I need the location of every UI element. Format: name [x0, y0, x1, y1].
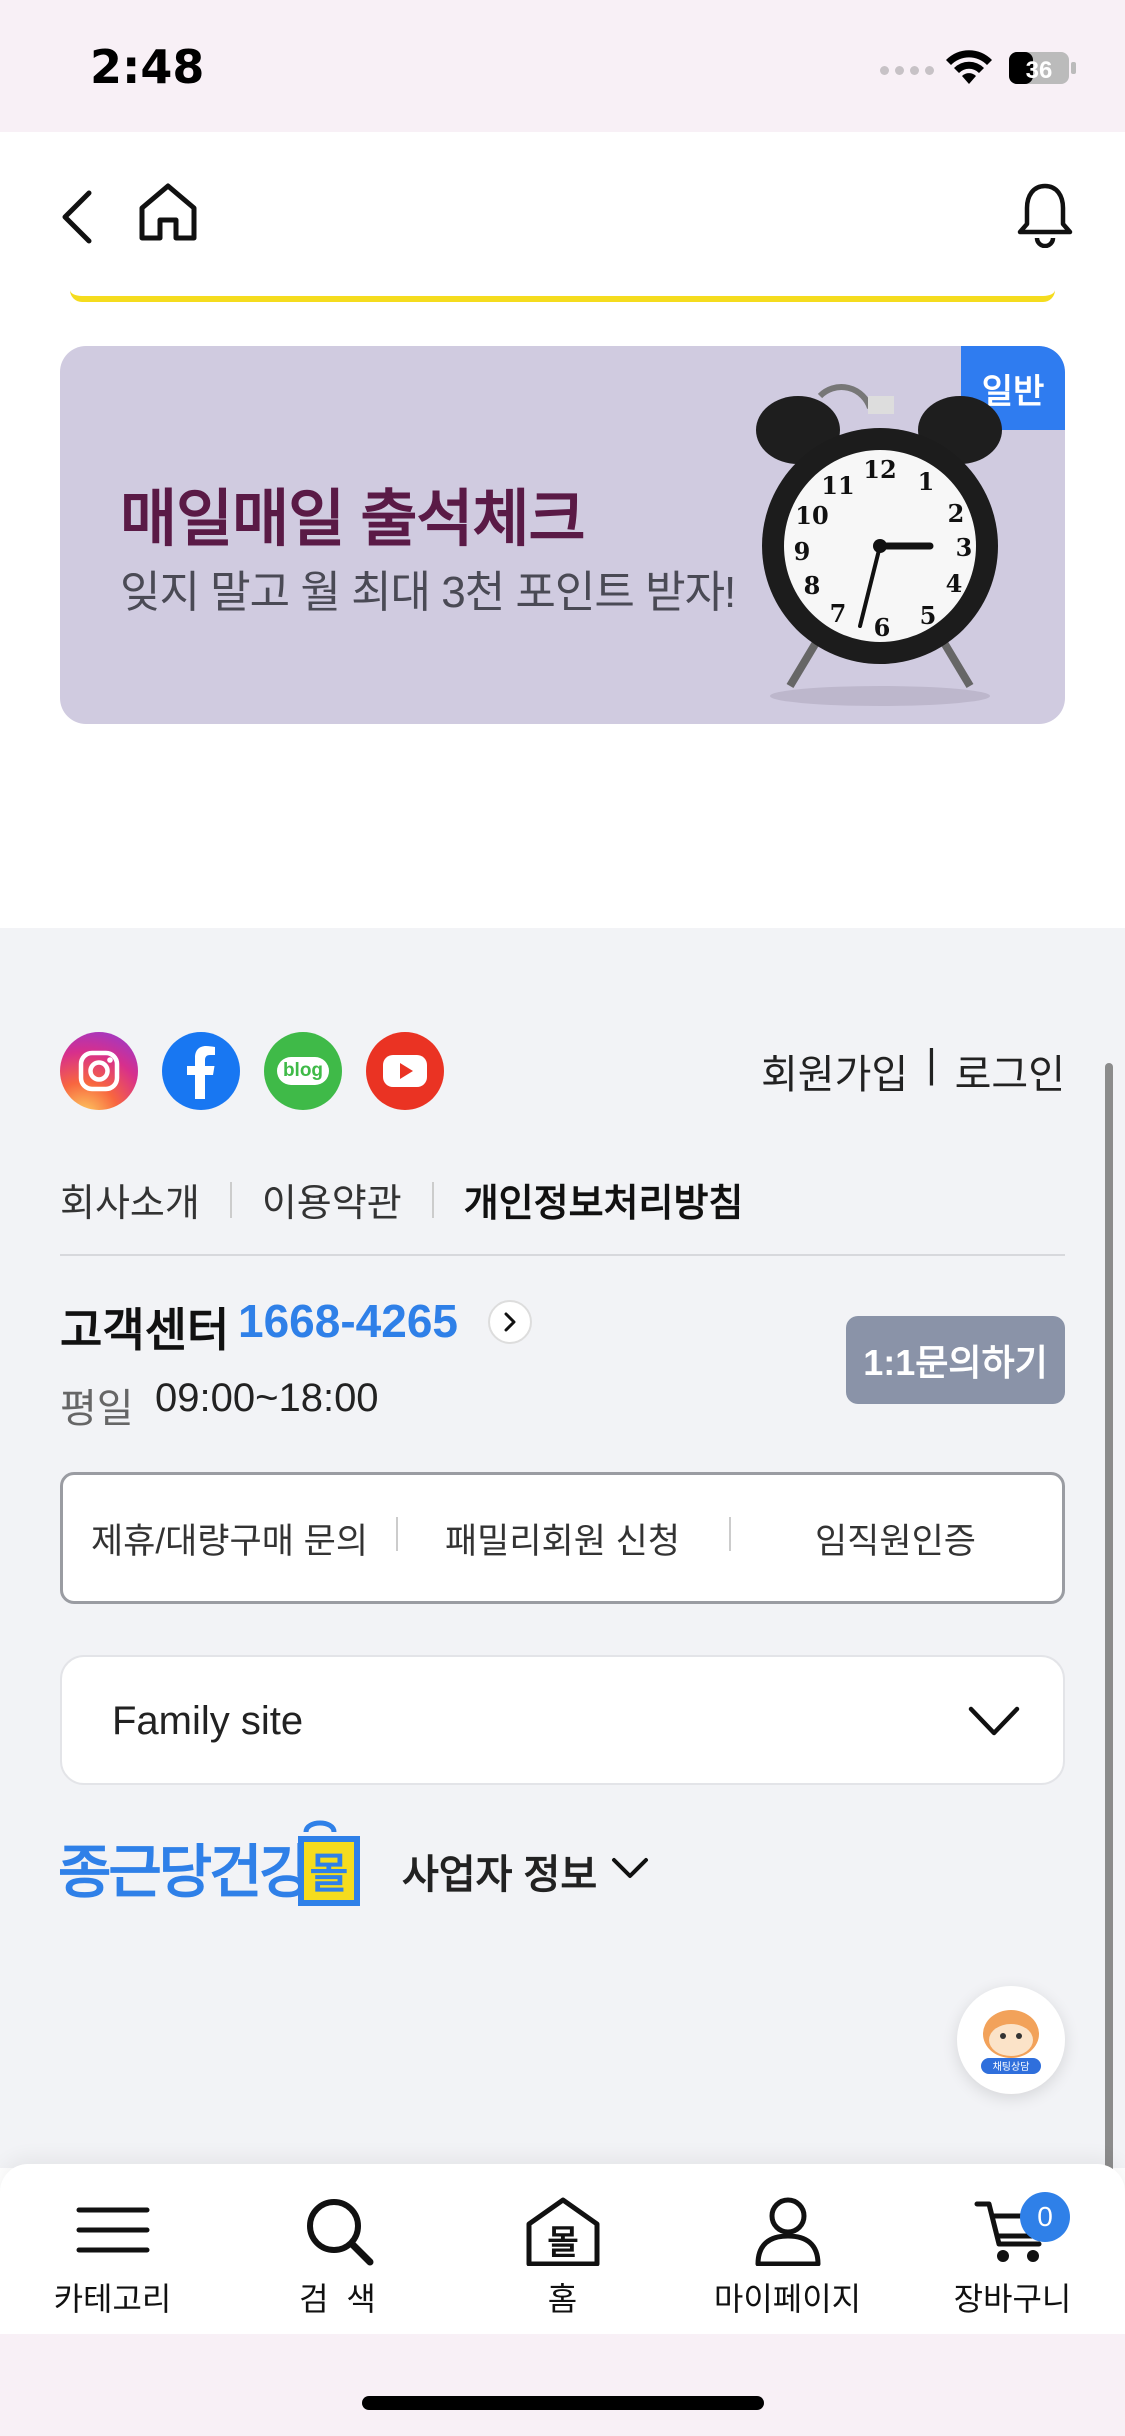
privacy-policy-link[interactable]: 개인정보처리방침 — [464, 1172, 744, 1227]
search-icon — [306, 2199, 373, 2266]
bottom-tab-bar: 카테고리 검 색 몰 홈 마이페이지 장바구니 0 — [0, 2164, 1125, 2334]
back-arrow-icon[interactable] — [55, 187, 99, 247]
instagram-icon[interactable] — [60, 1032, 138, 1110]
tab-label: 마이페이지 — [713, 2281, 862, 2317]
svg-text:4: 4 — [946, 569, 963, 598]
blog-icon-label: blog — [276, 1057, 330, 1085]
chat-character-icon: 채팅상담 — [981, 2010, 1041, 2074]
link-separator — [229, 1181, 232, 1218]
top-navigation-bar — [0, 132, 1125, 302]
tab-cart[interactable]: 장바구니 0 — [900, 2164, 1125, 2334]
tab-search[interactable]: 검 색 — [225, 2164, 450, 2334]
svg-text:3: 3 — [956, 533, 973, 562]
chevron-down-icon[interactable] — [610, 1854, 650, 1884]
hours-label: 평일 — [60, 1387, 134, 1431]
facebook-icon[interactable] — [162, 1032, 240, 1110]
brand-logo[interactable]: 종근당건강 몰 — [58, 1820, 378, 1920]
wifi-icon — [946, 50, 992, 84]
inquiry-button[interactable]: 1:1문의하기 — [846, 1316, 1065, 1404]
business-info-toggle[interactable]: 사업자 정보 — [402, 1842, 597, 1900]
svg-text:6: 6 — [874, 613, 891, 642]
login-link[interactable]: 로그인 — [955, 1042, 1065, 1100]
brand-mall-char: 몰 — [310, 1850, 349, 1897]
home-icon[interactable] — [136, 180, 200, 244]
svg-text:9: 9 — [794, 537, 811, 566]
status-time: 2:48 — [90, 40, 205, 94]
banner-subtitle: 잊지 말고 월 최대 3천 포인트 받자! — [120, 568, 736, 617]
home-indicator-area — [0, 2334, 1125, 2436]
alarm-clock-illustration: 12 12 345 678 91011 — [756, 384, 1002, 706]
tab-home[interactable]: 몰 홈 — [450, 2164, 675, 2334]
home-mall-icon: 몰 — [526, 2197, 599, 2266]
auth-links: 회원가입 | 로그인 — [761, 1042, 1065, 1100]
phone-chevron-icon[interactable] — [488, 1300, 532, 1344]
user-icon — [755, 2197, 820, 2266]
hours-value: 09:00~18:00 — [155, 1376, 379, 1420]
scrollbar[interactable] — [1105, 1063, 1113, 2331]
signup-link[interactable]: 회원가입 — [761, 1042, 908, 1100]
svg-text:5: 5 — [920, 601, 937, 630]
menu-icon — [76, 2207, 149, 2253]
chat-consult-button[interactable]: 채팅상담 — [957, 1986, 1065, 2094]
svg-text:7: 7 — [830, 599, 847, 628]
customer-center-phone[interactable]: 1668-4265 — [238, 1294, 458, 1348]
family-member-link[interactable]: 패밀리회원 신청 — [396, 1513, 729, 1564]
battery-icon: 36 — [1009, 52, 1076, 84]
family-site-select[interactable]: Family site — [60, 1655, 1065, 1785]
employee-verify-link[interactable]: 임직원인증 — [729, 1513, 1062, 1564]
tab-mypage[interactable]: 마이페이지 — [675, 2164, 900, 2334]
battery-level: 36 — [1026, 57, 1053, 84]
partner-links-box: 제휴/대량구매 문의 패밀리회원 신청 임직원인증 — [60, 1472, 1065, 1604]
chevron-down-icon — [968, 1706, 1020, 1736]
tab-label: 카테고리 — [53, 2281, 172, 2317]
company-intro-link[interactable]: 회사소개 — [60, 1172, 200, 1227]
banner-title: 매일매일 출석체크 — [120, 485, 586, 554]
tab-label: 홈 — [547, 2281, 578, 2317]
bell-icon[interactable] — [1015, 180, 1075, 248]
svg-text:10: 10 — [795, 501, 828, 530]
auth-separator: | — [926, 1042, 937, 1086]
cellular-signal-icon — [880, 66, 934, 75]
youtube-icon[interactable] — [366, 1032, 444, 1110]
svg-text:2: 2 — [948, 499, 965, 528]
attendance-banner[interactable]: 일반 매일매일 출석체크 잊지 말고 월 최대 3천 포인트 받자! 12 1 2 … — [60, 346, 1065, 724]
svg-text:1: 1 — [918, 467, 935, 496]
terms-link[interactable]: 이용약관 — [262, 1172, 402, 1227]
blog-icon[interactable]: blog — [264, 1032, 342, 1110]
footer-divider — [60, 1254, 1065, 1256]
link-separator — [431, 1181, 434, 1218]
home-indicator[interactable] — [362, 2396, 764, 2410]
status-bar: 2:48 36 — [0, 0, 1125, 132]
family-site-label: Family site — [112, 1699, 304, 1743]
customer-center-label: 고객센터 — [60, 1304, 230, 1356]
tab-label: 검 색 — [299, 2281, 376, 2317]
brand-text: 종근당건강 — [58, 1840, 312, 1905]
svg-text:12: 12 — [863, 455, 896, 484]
bulk-purchase-link[interactable]: 제휴/대량구매 문의 — [63, 1513, 396, 1564]
home-mall-char: 몰 — [547, 2224, 578, 2262]
tab-label: 장바구니 — [953, 2281, 1072, 2317]
cart-count-badge: 0 — [1020, 2192, 1070, 2242]
policy-links: 회사소개 이용약관 개인정보처리방침 — [60, 1172, 743, 1227]
tab-category[interactable]: 카테고리 — [0, 2164, 225, 2334]
svg-text:11: 11 — [821, 471, 854, 500]
section-divider — [70, 290, 1055, 302]
chat-label: 채팅상담 — [993, 2061, 1030, 2073]
svg-text:8: 8 — [804, 571, 821, 600]
